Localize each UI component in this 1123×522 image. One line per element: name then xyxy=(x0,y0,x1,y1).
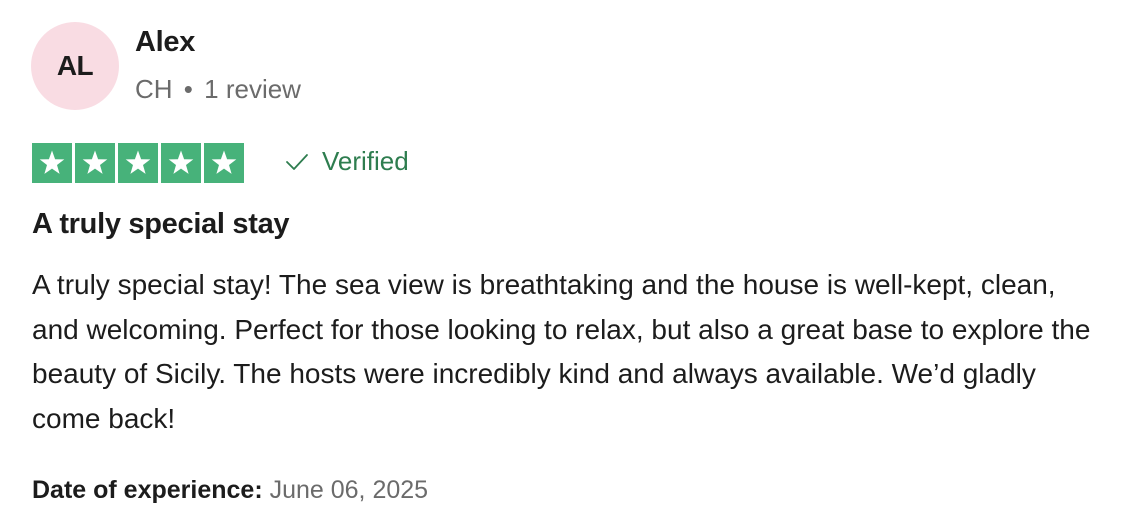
date-of-experience: Date of experience: June 06, 2025 xyxy=(32,476,428,505)
review-body: A truly special stay! The sea view is br… xyxy=(32,269,1091,434)
star-icon xyxy=(204,143,244,183)
avatar[interactable]: AL xyxy=(31,22,119,110)
avatar-initials: AL xyxy=(56,50,94,81)
review-title[interactable]: A truly special stay xyxy=(32,208,290,241)
star-icon xyxy=(161,143,201,183)
star-icon xyxy=(75,143,115,183)
verified-label: Verified xyxy=(322,146,409,176)
date-label: Date of experience: xyxy=(32,476,263,504)
meta-separator: • xyxy=(183,74,193,104)
reviewer-country: CH xyxy=(135,74,173,104)
verified-badge[interactable]: Verified xyxy=(284,146,409,177)
check-icon xyxy=(284,149,310,175)
reviewer-review-count: 1 review xyxy=(204,74,301,104)
star-icon xyxy=(118,143,158,183)
reviewer-name[interactable]: Alex xyxy=(135,26,195,59)
reviewer-meta: CH • 1 review xyxy=(135,74,301,105)
star-rating xyxy=(32,143,244,183)
star-icon xyxy=(32,143,72,183)
date-value: June 06, 2025 xyxy=(269,476,429,504)
